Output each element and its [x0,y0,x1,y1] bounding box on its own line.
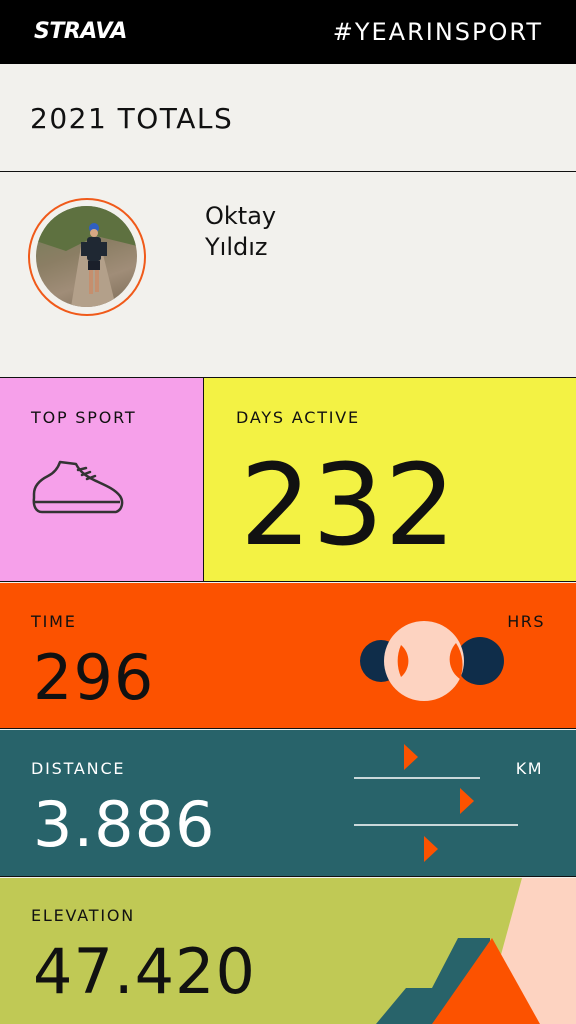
hashtag-label: #YEARINSPORT [332,18,543,46]
athlete-name: Oktay Yıldız [205,201,276,263]
time-card: TIME HRS 296 [0,583,576,729]
days-active-value: 232 [240,441,457,571]
top-sport-card: TOP SPORT [0,378,204,582]
distance-arrows-icon [354,744,518,862]
elevation-label: ELEVATION [31,906,136,925]
elevation-mountain-icon [376,878,576,1024]
totals-title: 2021 TOTALS [30,102,234,135]
time-unit: HRS [507,612,545,631]
time-label: TIME [31,612,77,631]
elevation-card: ELEVATION M 47.420 [0,878,576,1024]
top-sport-label: TOP SPORT [31,408,137,427]
distance-label: DISTANCE [31,759,126,778]
athlete-first-name: Oktay [205,202,277,230]
avatar [28,198,146,316]
days-active-label: DAYS ACTIVE [236,408,360,427]
totals-section: 2021 TOTALS [0,64,576,172]
top-bar: STRAVA #YEARINSPORT [0,0,576,64]
strava-logo: STRAVA [34,19,127,44]
elevation-value: 47.420 [33,935,256,1008]
distance-value: 3.886 [33,788,216,861]
time-value: 296 [33,641,155,714]
distance-card: DISTANCE KM 3.886 [0,730,576,877]
time-circles-icon [360,621,504,701]
profile-section: Oktay Yıldız [0,172,576,378]
avatar-photo [36,206,137,307]
days-active-card: DAYS ACTIVE 232 [204,378,576,582]
athlete-last-name: Yıldız [205,233,268,261]
runner-photo-icon [36,206,137,307]
running-shoe-icon [32,460,124,514]
